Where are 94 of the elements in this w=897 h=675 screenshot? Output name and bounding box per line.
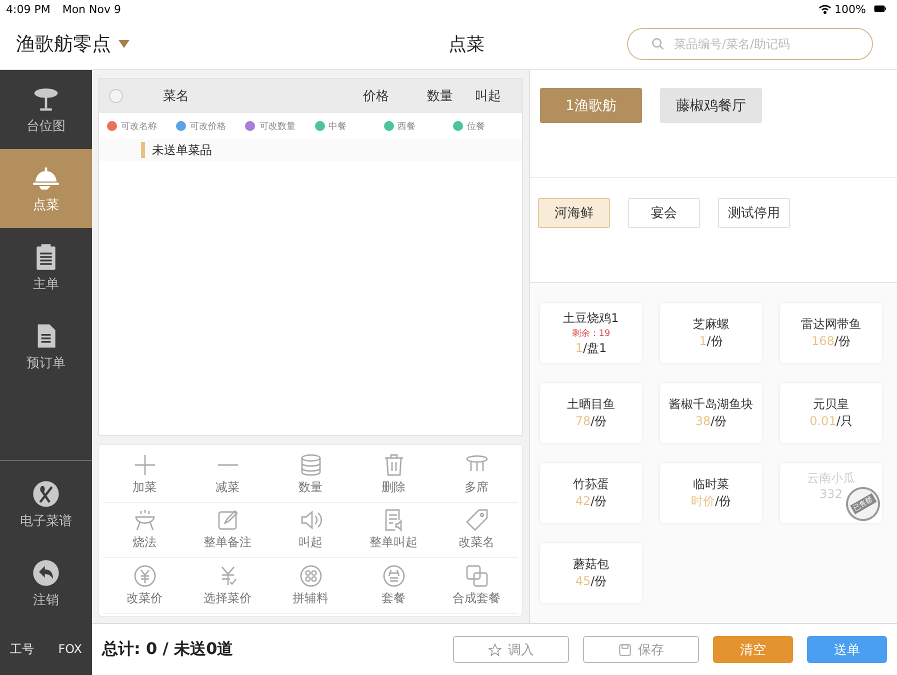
- dish-name: 竹荪蛋: [573, 476, 609, 493]
- legend-label: 西餐: [398, 120, 416, 132]
- dish-name: 芝麻螺: [693, 316, 729, 333]
- plus-icon: [132, 452, 156, 477]
- action-button[interactable]: 加菜: [103, 447, 186, 503]
- legend-label: 中餐: [328, 120, 347, 132]
- action-button[interactable]: 改菜价: [103, 558, 186, 614]
- dish-price: 78/份: [575, 413, 607, 430]
- order-total: 总计: 0 / 未送0道: [102, 639, 234, 660]
- legend-label: 可改名称: [121, 120, 157, 132]
- action-button[interactable]: 整单备注: [186, 502, 269, 558]
- restaurant-tab[interactable]: 藤椒鸡餐厅: [660, 88, 762, 123]
- legend-label: 位餐: [466, 120, 485, 132]
- action-button[interactable]: 套餐: [352, 558, 435, 614]
- column-header: 价格: [363, 88, 390, 105]
- stack-icon: [298, 452, 322, 477]
- send-button[interactable]: 送单: [807, 636, 887, 663]
- action-button[interactable]: 叫起: [269, 502, 352, 558]
- status-time: 4:09 PM: [6, 2, 50, 16]
- dish-card[interactable]: 蘑菇包 45/份: [540, 543, 642, 603]
- dish-price: 42/份: [575, 493, 607, 510]
- dish-price: 38/份: [695, 413, 727, 430]
- dish-card[interactable]: 芝麻螺 1/份: [660, 303, 762, 363]
- action-button[interactable]: 整单叫起: [352, 502, 435, 558]
- dish-price: 0.01/只: [810, 413, 852, 430]
- grill-icon: [132, 508, 156, 532]
- dish-card[interactable]: 元贝皇 0.01/只: [780, 383, 882, 443]
- dish-name: 临时菜: [693, 476, 729, 493]
- sidebar-item[interactable]: 台位图: [0, 70, 92, 149]
- remaining-count: 剩余：19: [572, 328, 610, 340]
- dish-card[interactable]: 土豆烧鸡1 剩余：19 1/盘1: [540, 303, 642, 363]
- action-button[interactable]: 烧法: [103, 502, 186, 558]
- action-button[interactable]: 合成套餐: [435, 558, 518, 614]
- search-field[interactable]: 菜品编号/菜名/助记码: [627, 28, 873, 60]
- sidebar-item[interactable]: 注销: [0, 544, 92, 623]
- import-button[interactable]: 调入: [453, 636, 569, 663]
- action-button[interactable]: 改菜名: [435, 502, 518, 558]
- dish-price: 时价/份: [690, 493, 732, 510]
- dish-price: 45/份: [575, 573, 607, 590]
- column-header: 数量: [427, 88, 454, 105]
- overlap-squares-icon: [464, 564, 488, 588]
- wifi-icon: [818, 3, 832, 15]
- staff-label: 工号: [10, 640, 34, 658]
- search-icon: [651, 36, 665, 50]
- sidebar-item[interactable]: 预订单: [0, 307, 92, 386]
- sidebar-item[interactable]: 主单: [0, 228, 92, 307]
- status-date: Mon Nov 9: [62, 2, 121, 16]
- battery-percent: 100%: [834, 2, 866, 16]
- category-tab[interactable]: 河海鲜: [538, 198, 610, 228]
- action-button[interactable]: 减菜: [186, 447, 269, 503]
- legend-label: 可改价格: [190, 120, 226, 132]
- restaurant-tab[interactable]: 1渔歌舫: [540, 88, 642, 123]
- fork-spoon-icon: [32, 480, 60, 508]
- dish-card[interactable]: 雷达网带鱼 168/份: [780, 303, 882, 363]
- dish-price: 1/份: [699, 333, 723, 350]
- dish-name: 元贝皇: [813, 396, 849, 413]
- clear-button[interactable]: 清空: [713, 636, 793, 663]
- column-header: 叫起: [475, 88, 502, 105]
- dish-name: 酱椒千岛湖鱼块: [669, 396, 753, 413]
- save-button[interactable]: 保存: [583, 636, 699, 663]
- save-icon: [618, 642, 632, 656]
- page-title: 点菜: [448, 32, 486, 56]
- dish-name: 雷达网带鱼: [801, 316, 861, 333]
- column-header: 菜名: [163, 88, 190, 105]
- dropdown-caret-icon: [117, 38, 131, 50]
- action-button[interactable]: 多席: [435, 447, 518, 503]
- category-tab[interactable]: 宴会: [628, 198, 700, 228]
- star-icon: [488, 642, 502, 656]
- circles-icon: [298, 564, 322, 588]
- category-tab[interactable]: 测试停用: [718, 198, 790, 228]
- dish-card[interactable]: 竹荪蛋 42/份: [540, 463, 642, 523]
- legend-label: 可改数量: [259, 120, 296, 132]
- action-button[interactable]: 数量: [269, 447, 352, 503]
- dish-price: 1/盘1: [575, 340, 607, 356]
- dish-card[interactable]: 土晒目鱼 78/份: [540, 383, 642, 443]
- dish-card[interactable]: 酱椒千岛湖鱼块 38/份: [660, 383, 762, 443]
- dish-name: 蘑菇包: [573, 556, 609, 573]
- group-title: 未送单菜品: [152, 142, 212, 158]
- action-button[interactable]: 删除: [352, 447, 435, 503]
- tag-icon: [464, 508, 488, 532]
- action-button[interactable]: 选择菜价: [186, 558, 269, 614]
- store-name: 渔歌舫零点: [16, 32, 111, 56]
- select-all-radio[interactable]: [109, 89, 123, 103]
- sidebar-item[interactable]: 点菜: [0, 149, 92, 228]
- edit-icon: [216, 508, 240, 532]
- minus-icon: [216, 462, 240, 467]
- yen-circle-icon: [132, 564, 156, 588]
- action-button[interactable]: 拼辅料: [269, 558, 352, 614]
- sidebar-item[interactable]: 电子菜谱: [0, 465, 92, 544]
- staff-id: FOX: [58, 642, 82, 656]
- dish-name: 土晒目鱼: [567, 396, 615, 413]
- dish-price: 168/份: [812, 333, 850, 350]
- dish-card[interactable]: 临时菜 时价/份: [660, 463, 762, 523]
- dish-name: 土豆烧鸡1: [563, 310, 619, 326]
